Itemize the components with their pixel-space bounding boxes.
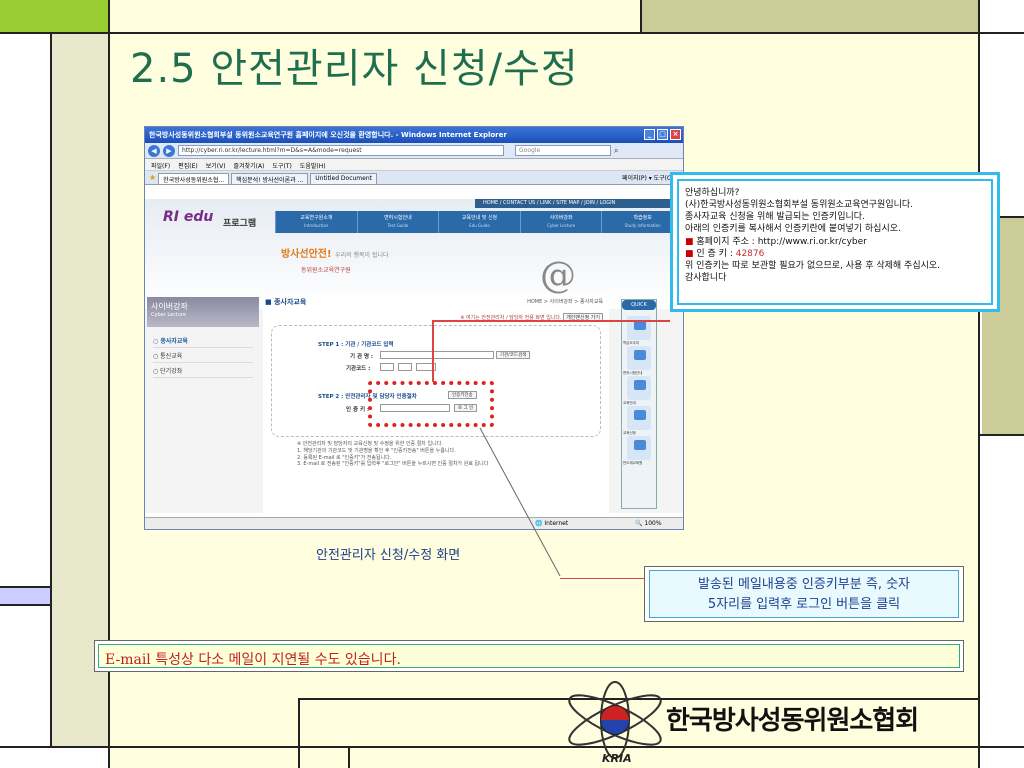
decor-line [0,32,1024,34]
minimize-icon[interactable]: _ [644,129,655,140]
auth-key-label: 인 증 키 : [346,407,370,413]
bullet-icon: ■ [685,236,694,247]
org-code-input-1[interactable] [380,363,394,371]
decor-block-lavender [0,588,52,604]
site-logo-suffix: 프로그램 [223,219,257,229]
org-abbr: KRIA [602,752,632,765]
quick-title: QUICK [622,300,656,310]
quick-item[interactable]: 반도체교육원 [623,436,651,465]
pointer-line [479,427,561,577]
search-input[interactable]: Google [515,145,611,156]
menu-favorites[interactable]: 즐겨찾기(A) [234,161,265,170]
tab-untitled[interactable]: Untitled Document [310,173,377,184]
decor-line [50,32,52,748]
decor-line [0,586,52,588]
side-item-correspondence[interactable]: ○ 통신교육 [153,348,253,363]
browser-window: 한국방사성동위원소협회부설 동위원소교육연구원 홈페이지에 오신것을 환영합니다… [144,126,684,530]
breadcrumb: HOME > 사이버강좌 > 종사자교육 [527,299,603,305]
decor-line [348,746,350,768]
back-icon[interactable]: ◀ [148,144,160,157]
address-input[interactable]: http://cyber.ri.or.kr/lecture.html?m=D&s… [178,145,504,156]
tab-kria[interactable]: 한국방사성동위원소협... [158,173,230,184]
browser-tabs: ★ 한국방사성동위원소협... 핵심분석! 방사선이론과 ... Untitle… [145,171,683,185]
gnb-item[interactable]: 사이버강좌 Cyber Lecture [519,211,602,233]
side-item-short[interactable]: ○ 단기강좌 [153,363,253,378]
email-warning: E-mail 특성상 다소 메일이 지연될 수도 있습니다. [98,644,960,668]
browser-titlebar: 한국방사성동위원소협회부설 동위원소교육연구원 홈페이지에 오신것을 환영합니다… [145,127,683,143]
quick-building-icon [634,440,646,450]
quick-monitor-icon [634,350,646,360]
decor-block-green [0,0,110,32]
web-page: HOME / CONTACT US / LINK / SITE MAP / JO… [145,199,683,513]
browser-title: 한국방사성동위원소협회부설 동위원소교육연구원 홈페이지에 오신것을 환영합니다… [149,131,507,139]
decor-line [0,604,52,606]
menu-tools[interactable]: 도구(T) [272,161,291,170]
tab-analysis[interactable]: 핵심분석! 방사선이론과 ... [231,173,309,184]
email-callout: 안녕하십니까? (사)한국방사성동위원소협회부설 동위원소교육연구원입니다. 종… [670,172,1000,312]
email-content: 안녕하십니까? (사)한국방사성동위원소협회부설 동위원소교육연구원입니다. 종… [677,179,993,305]
at-logo-icon: @ [540,255,576,296]
global-nav: 교육연구원소개 Introduction 면허시험안내 Test Guide 교육안… [275,211,683,233]
site-org: 동위원소교육연구원 [301,267,351,274]
org-code-input-2[interactable] [398,363,412,371]
site-logo[interactable]: RI edu [163,209,213,225]
quick-item[interactable]: 면허시험안내 [623,346,651,375]
org-search-button[interactable]: 기관/코드검색 [496,351,531,359]
close-icon[interactable]: × [670,129,681,140]
favorites-star-icon[interactable]: ★ [149,173,156,184]
side-menu: ○ 종사자교육 ○ 통신교육 ○ 단기강좌 [153,333,253,378]
auth-key-value: 42876 [735,248,765,259]
menu-help[interactable]: 도움말(H) [300,161,326,170]
menu-edit[interactable]: 편집(E) [178,161,198,170]
decor-block-olive [642,0,980,32]
browser-statusbar: 🌐 Internet 🔍 100% [145,517,683,529]
forward-icon[interactable]: ▶ [163,144,175,157]
menu-file[interactable]: 파일(F) [151,161,170,170]
auth-highlight-box [368,381,494,427]
step1-label: STEP 1 : 기관 / 기관코드 입력 [318,342,394,348]
connector-line [432,320,434,382]
address-bar: ◀ ▶ http://cyber.ri.or.kr/lecture.html?m… [145,143,683,159]
content-title: ■ 종사자교육 [265,298,307,306]
decor-line [978,0,980,768]
quick-info-icon [634,380,646,390]
decor-line [0,746,1024,748]
slide-title: 2.5 안전관리자 신청/수정 [130,46,579,92]
status-zoom[interactable]: 🔍 100% [635,520,662,527]
bullet-icon: ■ [685,248,694,259]
connector-line [560,578,644,579]
connector-line [432,320,670,322]
browser-menu: 파일(F) 편집(E) 보기(V) 즐겨찾기(A) 도구(T) 도움말(H) [145,159,683,171]
decor-line [298,698,300,768]
side-banner: 사이버강좌 Cyber Lecture [147,297,259,327]
decor-line [978,434,1024,436]
maximize-icon[interactable]: □ [657,129,668,140]
org-name-input[interactable] [380,351,494,359]
util-links[interactable]: HOME / CONTACT US / LINK / SITE MAP / JO… [475,199,683,208]
menu-view[interactable]: 보기(V) [206,161,226,170]
quick-apply-icon [634,410,646,420]
decor-line [640,0,642,32]
screenshot-caption: 안전관리자 신청/수정 화면 [316,548,461,563]
action-note: 발송된 메일내용중 인증키부분 즉, 숫자 5자리를 입력후 로그인 버튼을 클… [644,566,964,622]
org-name: 한국방사성동위원소협회 [666,706,919,736]
gnb-item[interactable]: 면허시험안내 Test Guide [356,211,439,233]
instructions: ※ 안전관리자 및 담당자의 교육신청 및 수정을 위한 인증 절차 입니다. … [297,441,489,468]
gnb-item[interactable]: 교육연구원소개 Introduction [275,211,357,233]
quick-menu: QUICK 학습도우미 면허시험안내 교육안내 교육신청 반도체교육원 [621,299,657,509]
search-icon[interactable]: ⌕ [614,146,618,156]
org-name-label: 기 관 명 : [350,354,374,360]
quick-item[interactable]: 교육안내 [623,376,651,405]
email-warning-box: E-mail 특성상 다소 메일이 지연될 수도 있습니다. [94,640,964,672]
side-item-worker[interactable]: ○ 종사자교육 [153,333,253,348]
org-code-label: 기관코드 : [346,366,371,372]
quick-item[interactable]: 교육신청 [623,406,651,435]
gnb-item[interactable]: 교육안내 및 신청 Edu Guide [438,211,520,233]
site-slogan: 방사선안전! 우리의 행복이 됩니다 [281,249,389,260]
